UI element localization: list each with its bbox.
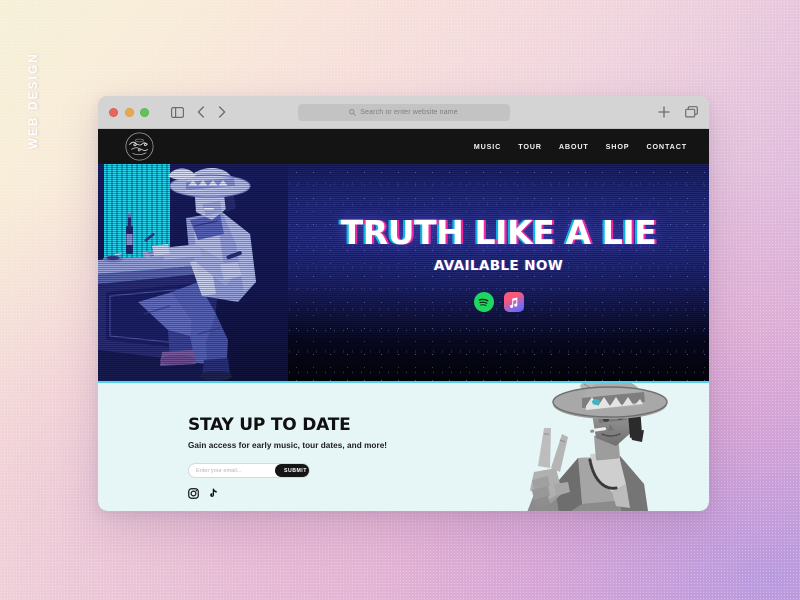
- browser-window: Search or enter website name MUSIC TOUR …: [98, 96, 709, 511]
- apple-music-icon[interactable]: [503, 292, 524, 312]
- back-chevron-left-icon[interactable]: [197, 106, 205, 118]
- newsletter-content: STAY UP TO DATE Gain access for early mu…: [188, 415, 387, 499]
- hero-cowboy-at-bar-illustration: [98, 164, 288, 381]
- address-bar[interactable]: Search or enter website name: [297, 103, 510, 121]
- band-logo-badge[interactable]: [124, 131, 155, 162]
- forward-chevron-right-icon[interactable]: [218, 106, 226, 118]
- spotify-icon[interactable]: [473, 292, 494, 312]
- sidebar-icon[interactable]: [171, 106, 184, 118]
- newsletter-description: Gain access for early music, tour dates,…: [188, 441, 388, 450]
- tiktok-icon[interactable]: [208, 488, 218, 499]
- nav-item-about[interactable]: ABOUT: [559, 142, 589, 151]
- hero-subtitle: AVAILABLE NOW: [433, 258, 564, 274]
- nav-item-music[interactable]: MUSIC: [474, 142, 501, 151]
- tab-overview-icon[interactable]: [685, 106, 698, 118]
- minimize-window-button[interactable]: [124, 107, 134, 117]
- email-input[interactable]: [189, 464, 275, 477]
- social-links: [188, 488, 387, 499]
- site-navigation-bar: MUSIC TOUR ABOUT SHOP CONTACT: [98, 129, 709, 164]
- close-window-button[interactable]: [109, 107, 118, 117]
- new-tab-plus-icon[interactable]: [658, 106, 670, 118]
- instagram-icon[interactable]: [188, 488, 199, 499]
- browser-chrome-toolbar: Search or enter website name: [98, 96, 709, 129]
- vertical-section-label: WEB DESIGN: [22, 36, 46, 166]
- newsletter-cowboy-illustration: [494, 383, 669, 511]
- vertical-section-label-text: WEB DESIGN: [28, 52, 40, 150]
- nav-item-shop[interactable]: SHOP: [606, 142, 630, 151]
- window-controls: [109, 107, 149, 117]
- newsletter-signup-form: SUBMIT: [188, 463, 310, 478]
- streaming-links: [288, 292, 709, 312]
- address-bar-placeholder: Search or enter website name: [360, 108, 458, 116]
- submit-button[interactable]: SUBMIT: [275, 464, 309, 477]
- newsletter-title: STAY UP TO DATE: [188, 415, 351, 435]
- page-viewport: MUSIC TOUR ABOUT SHOP CONTACT TRUTH LIKE…: [98, 129, 709, 511]
- primary-nav-links: MUSIC TOUR ABOUT SHOP CONTACT: [474, 142, 687, 151]
- nav-item-contact[interactable]: CONTACT: [646, 142, 687, 151]
- hero-text-block: TRUTH LIKE A LIE AVAILABLE NOW: [288, 216, 709, 312]
- newsletter-section: STAY UP TO DATE Gain access for early mu…: [98, 381, 709, 511]
- nav-item-tour[interactable]: TOUR: [518, 142, 542, 151]
- maximize-window-button[interactable]: [140, 107, 149, 117]
- search-icon: [349, 108, 356, 116]
- hero-section: TRUTH LIKE A LIE AVAILABLE NOW: [98, 164, 709, 381]
- hero-title: TRUTH LIKE A LIE: [340, 213, 657, 252]
